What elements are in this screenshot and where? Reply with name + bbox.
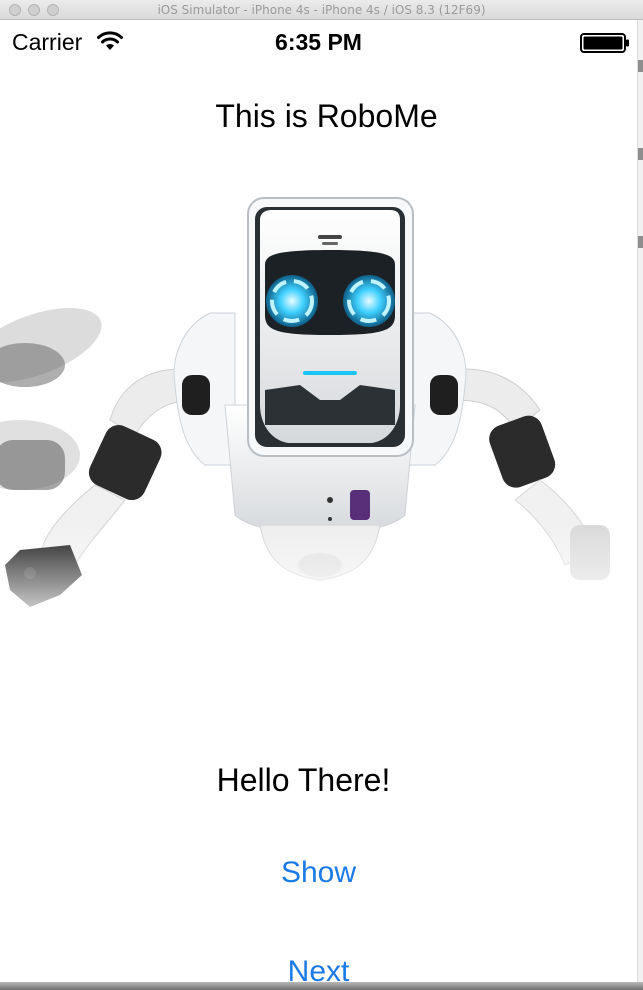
status-time: 6:35 PM <box>275 29 362 55</box>
show-button[interactable]: Show <box>0 856 637 890</box>
window-bottom-edge <box>0 982 643 990</box>
window-edge <box>637 20 643 990</box>
greeting-label: Hello There! <box>216 762 391 798</box>
window-title: iOS Simulator - iPhone 4s - iPhone 4s / … <box>157 3 486 17</box>
page-title: This is RoboMe <box>215 98 438 134</box>
battery-icon <box>580 33 630 58</box>
robome-robot-image <box>0 195 637 635</box>
status-bar: Carrier 6:35 PM <box>0 20 637 62</box>
simulator-title-bar: iOS Simulator - iPhone 4s - iPhone 4s / … <box>0 0 643 20</box>
